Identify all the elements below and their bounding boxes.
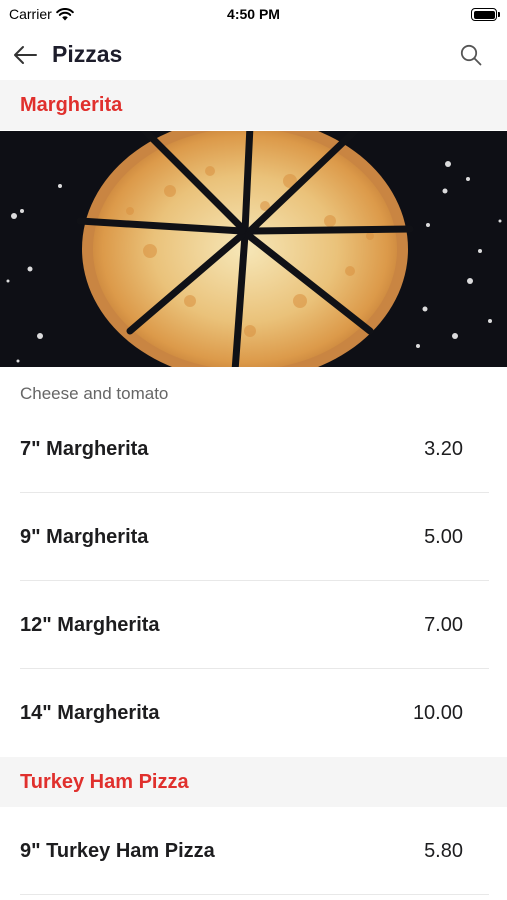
search-button[interactable] — [457, 41, 485, 69]
menu-item-name: 7" Margherita — [20, 438, 149, 460]
menu-item-row[interactable]: 9" Turkey Ham Pizza 5.80 — [0, 807, 507, 895]
menu-item-name: 14" Margherita — [20, 702, 160, 724]
menu-item-row[interactable]: 14" Margherita 10.00 — [0, 669, 507, 757]
menu-item-row[interactable]: 12" Margherita 7.00 — [0, 581, 507, 669]
status-bar: Carrier 4:50 PM — [0, 0, 507, 30]
nav-bar: Pizzas — [0, 30, 507, 80]
arrow-left-icon — [14, 46, 37, 64]
status-time: 4:50 PM — [227, 6, 280, 22]
pizza-photo — [0, 131, 507, 367]
menu-item-price: 5.00 — [424, 526, 463, 548]
menu-item-price: 10.00 — [412, 702, 463, 724]
section-header-margherita: Margherita — [0, 80, 507, 130]
menu-item-name: 9" Turkey Ham Pizza — [20, 840, 215, 862]
row-divider — [20, 894, 489, 895]
menu-item-price: 7.00 — [424, 614, 463, 636]
section-description: Cheese and tomato — [20, 384, 169, 403]
section-title: Turkey Ham Pizza — [20, 771, 189, 793]
back-button[interactable] — [10, 41, 40, 69]
menu-item-name: 12" Margherita — [20, 614, 160, 636]
search-icon — [460, 44, 482, 66]
menu-item-price: 3.20 — [424, 438, 463, 460]
menu-item-row[interactable]: 7" Margherita 3.20 — [0, 405, 507, 493]
section-header-turkey-ham: Turkey Ham Pizza — [0, 757, 507, 807]
battery-icon — [471, 8, 500, 21]
menu-item-price: 5.80 — [424, 840, 463, 862]
menu-item-row[interactable]: 9" Margherita 5.00 — [0, 493, 507, 581]
menu-item-name: 9" Margherita — [20, 526, 149, 548]
page-title: Pizzas — [52, 41, 123, 67]
pizza-illustration — [0, 131, 507, 367]
section-title: Margherita — [20, 94, 123, 116]
